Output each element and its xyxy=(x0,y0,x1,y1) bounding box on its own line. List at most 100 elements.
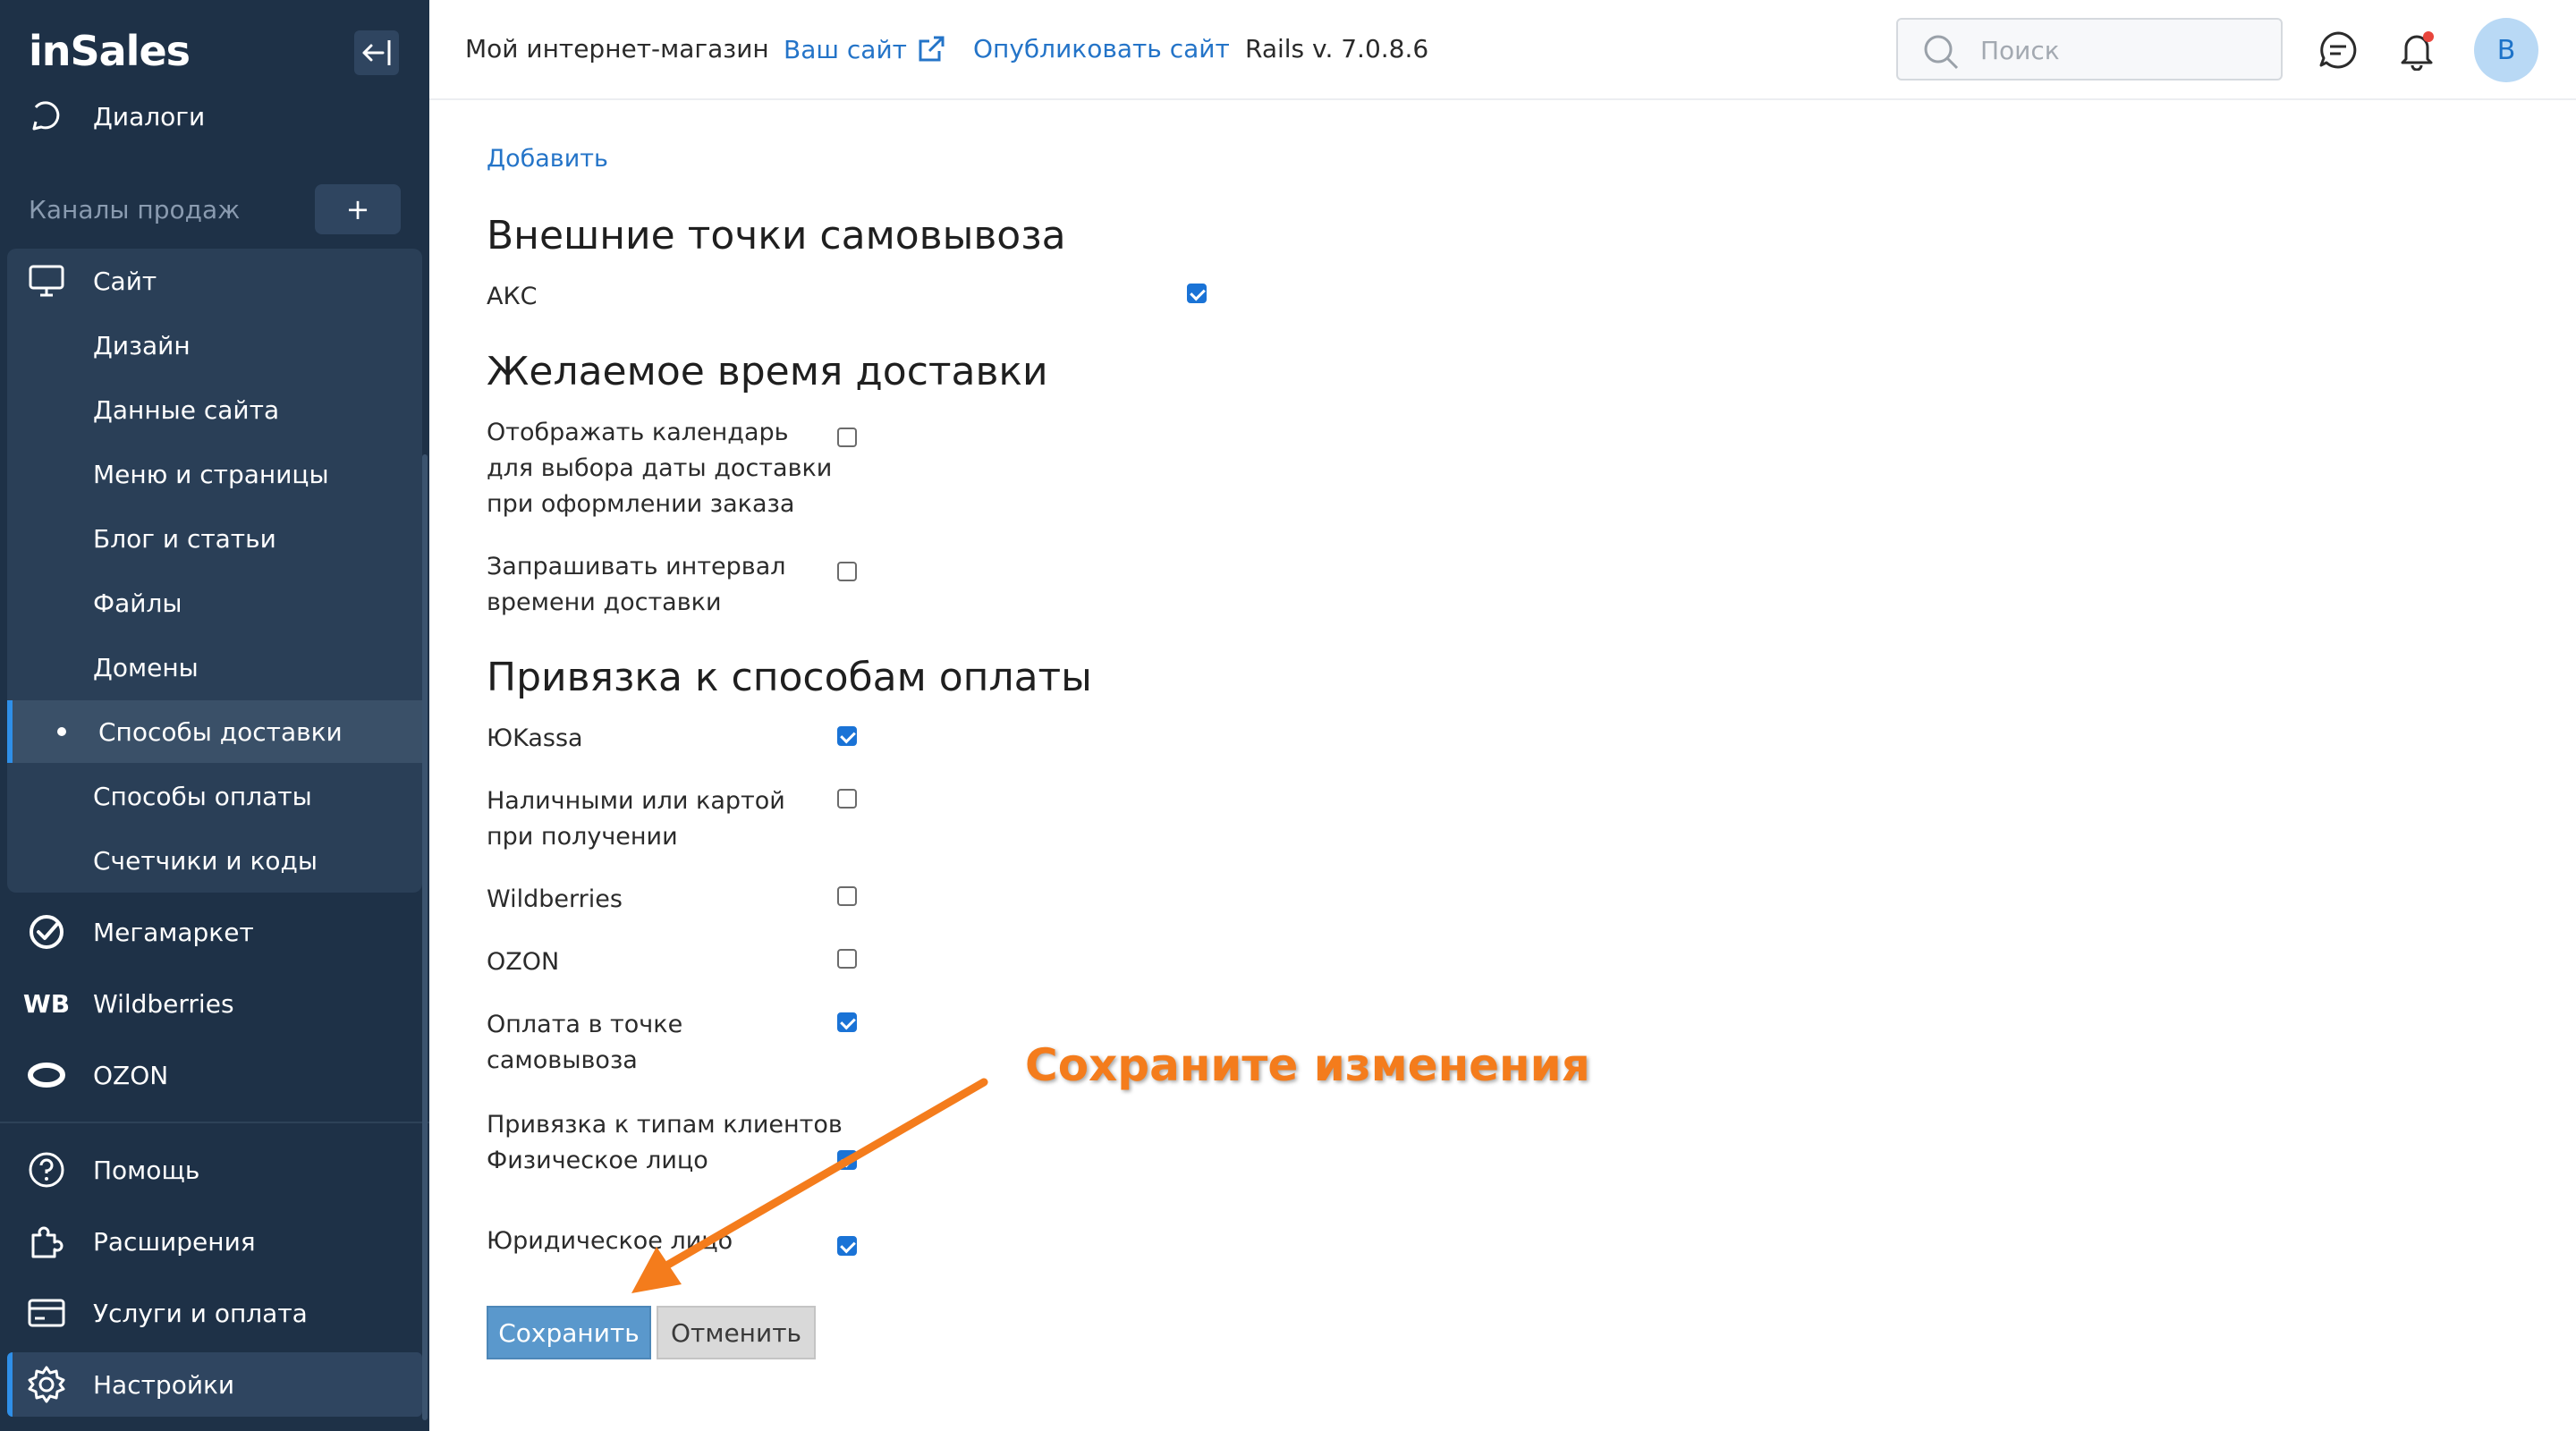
sidebar-item-site-data[interactable]: Данные сайта xyxy=(7,378,422,441)
sidebar-item-label: Меню и страницы xyxy=(93,459,329,489)
ozon-icon xyxy=(27,1055,66,1095)
sidebar-item-help[interactable]: Помощь xyxy=(0,1138,429,1202)
label-line: времени доставки xyxy=(487,588,722,616)
tutorial-annotation: Сохраните изменения xyxy=(1025,1039,1590,1091)
payment-yookassa-checkbox[interactable] xyxy=(837,726,857,746)
label-line: Наличными или картой xyxy=(487,787,785,815)
save-button[interactable]: Сохранить xyxy=(487,1306,651,1359)
sidebar-item-ozon[interactable]: OZON xyxy=(0,1043,429,1107)
sidebar-item-label: OZON xyxy=(93,1060,169,1090)
payment-wildberries-checkbox[interactable] xyxy=(837,886,857,906)
avatar[interactable]: B xyxy=(2474,18,2538,82)
sidebar-item-settings[interactable]: Настройки xyxy=(0,1352,429,1417)
external-pickup-label: АКС xyxy=(487,283,538,310)
label-line: Оплата в точке xyxy=(487,1011,683,1038)
search-input[interactable] xyxy=(1980,30,2267,70)
your-site-label: Ваш сайт xyxy=(784,34,907,64)
sidebar-item-label: Домены xyxy=(93,652,199,682)
sidebar-item-design[interactable]: Дизайн xyxy=(7,314,422,377)
payment-pickup-label: Оплата в точке самовывоза xyxy=(487,1007,682,1079)
payment-ozon-label: OZON xyxy=(487,944,559,980)
sidebar-item-dialogs[interactable]: Диалоги xyxy=(0,84,429,148)
client-type-individual-checkbox[interactable] xyxy=(837,1150,857,1170)
payment-binding-title: Привязка к способам оплаты xyxy=(487,655,1092,700)
add-link[interactable]: Добавить xyxy=(487,145,608,173)
label-line: Отображать календарь xyxy=(487,419,789,446)
sidebar-item-label: Услуги и оплата xyxy=(93,1298,308,1328)
interval-option-checkbox[interactable] xyxy=(837,562,857,581)
sidebar-item-delivery-methods[interactable]: Способы доставки xyxy=(7,700,422,763)
insales-logo[interactable]: inSales xyxy=(29,27,191,75)
external-pickup-checkbox[interactable] xyxy=(1187,284,1207,303)
sidebar-item-label: Счетчики и коды xyxy=(93,845,318,876)
help-icon xyxy=(27,1150,66,1190)
collapse-left-icon xyxy=(362,40,391,65)
payment-cash-label: Наличными или картой при получении xyxy=(487,783,785,855)
payment-ozon-checkbox[interactable] xyxy=(837,949,857,969)
calendar-option-checkbox[interactable] xyxy=(837,428,857,447)
sidebar-item-counters[interactable]: Счетчики и коды xyxy=(7,829,422,892)
rails-version: Rails v. 7.0.8.6 xyxy=(1245,34,1429,64)
label-line: для выбора даты доставки xyxy=(487,454,833,482)
calendar-option-label: Отображать календарь для выбора даты дос… xyxy=(487,415,832,522)
sidebar-item-label: Мегамаркет xyxy=(93,917,254,947)
card-icon xyxy=(27,1293,66,1333)
sidebar-item-label: Wildberries xyxy=(93,988,234,1019)
sidebar-divider xyxy=(0,1122,429,1123)
client-types-heading: Привязка к типам клиентов xyxy=(487,1111,843,1139)
wildberries-icon: WB xyxy=(22,988,71,1019)
label-line: ЮKassa xyxy=(487,724,583,752)
sidebar-item-label: Помощь xyxy=(93,1155,200,1185)
label-line: самовывоза xyxy=(487,1046,638,1074)
label-line: Запрашивать интервал xyxy=(487,553,786,580)
external-pickup-title: Внешние точки самовывоза xyxy=(487,213,1066,258)
sidebar-item-files[interactable]: Файлы xyxy=(7,572,422,634)
sidebar-item-label: Файлы xyxy=(93,588,182,618)
sidebar-item-megamarket[interactable]: Мегамаркет xyxy=(0,900,429,964)
sidebar-item-label: Настройки xyxy=(93,1369,235,1400)
sidebar-item-label: Расширения xyxy=(93,1226,256,1257)
client-type-individual-label: Физическое лицо xyxy=(487,1147,708,1174)
sidebar-item-label: Сайт xyxy=(93,266,157,296)
active-dot xyxy=(57,727,66,736)
notifications-button[interactable] xyxy=(2395,29,2438,72)
search-icon xyxy=(1924,35,1959,70)
publish-site-link[interactable]: Опубликовать сайт xyxy=(973,34,1230,64)
main-content: Добавить Внешние точки самовывоза АКС Же… xyxy=(429,102,2576,1431)
interval-option-label: Запрашивать интервал времени доставки xyxy=(487,549,786,621)
client-type-legal-label: Юридическое лицо xyxy=(487,1227,733,1255)
cancel-button[interactable]: Отменить xyxy=(657,1306,816,1359)
payment-wildberries-label: Wildberries xyxy=(487,882,623,918)
your-site-link[interactable]: Ваш сайт xyxy=(784,34,946,64)
payment-pickup-checkbox[interactable] xyxy=(837,1012,857,1032)
bell-icon xyxy=(2401,31,2434,71)
sidebar-item-services[interactable]: Услуги и оплата xyxy=(0,1281,429,1345)
label-line: Wildberries xyxy=(487,885,623,913)
monitor-icon xyxy=(27,261,66,301)
label-line: при оформлении заказа xyxy=(487,490,795,518)
gear-icon xyxy=(27,1365,66,1404)
sales-channels-heading: Каналы продаж xyxy=(29,195,241,224)
sidebar-item-extensions[interactable]: Расширения xyxy=(0,1209,429,1274)
sidebar-item-label: Способы доставки xyxy=(98,716,343,747)
search-box xyxy=(1896,18,2283,80)
sidebar-item-site[interactable]: Сайт xyxy=(0,249,429,313)
sidebar-item-label: Данные сайта xyxy=(93,394,280,425)
sidebar-item-domains[interactable]: Домены xyxy=(7,636,422,699)
top-header: Мой интернет-магазин Ваш сайт Опубликова… xyxy=(429,0,2576,100)
sidebar-item-payment-methods[interactable]: Способы оплаты xyxy=(7,765,422,827)
add-channel-button[interactable]: + xyxy=(315,184,401,234)
sidebar-item-blog[interactable]: Блог и статьи xyxy=(7,507,422,570)
store-name[interactable]: Мой интернет-магазин xyxy=(465,34,769,64)
sidebar-item-wildberries[interactable]: WB Wildberries xyxy=(0,971,429,1036)
sidebar-item-label: Блог и статьи xyxy=(93,523,276,554)
sidebar-scrollbar[interactable] xyxy=(422,454,428,1420)
sidebar-item-label: Диалоги xyxy=(93,101,206,131)
sidebar-item-menu-pages[interactable]: Меню и страницы xyxy=(7,443,422,505)
payment-cash-checkbox[interactable] xyxy=(837,789,857,809)
client-type-legal-checkbox[interactable] xyxy=(837,1236,857,1256)
collapse-sidebar-button[interactable] xyxy=(354,30,399,75)
delivery-time-title: Желаемое время доставки xyxy=(487,349,1048,394)
messages-button[interactable] xyxy=(2317,29,2360,72)
external-link-icon xyxy=(919,36,945,62)
